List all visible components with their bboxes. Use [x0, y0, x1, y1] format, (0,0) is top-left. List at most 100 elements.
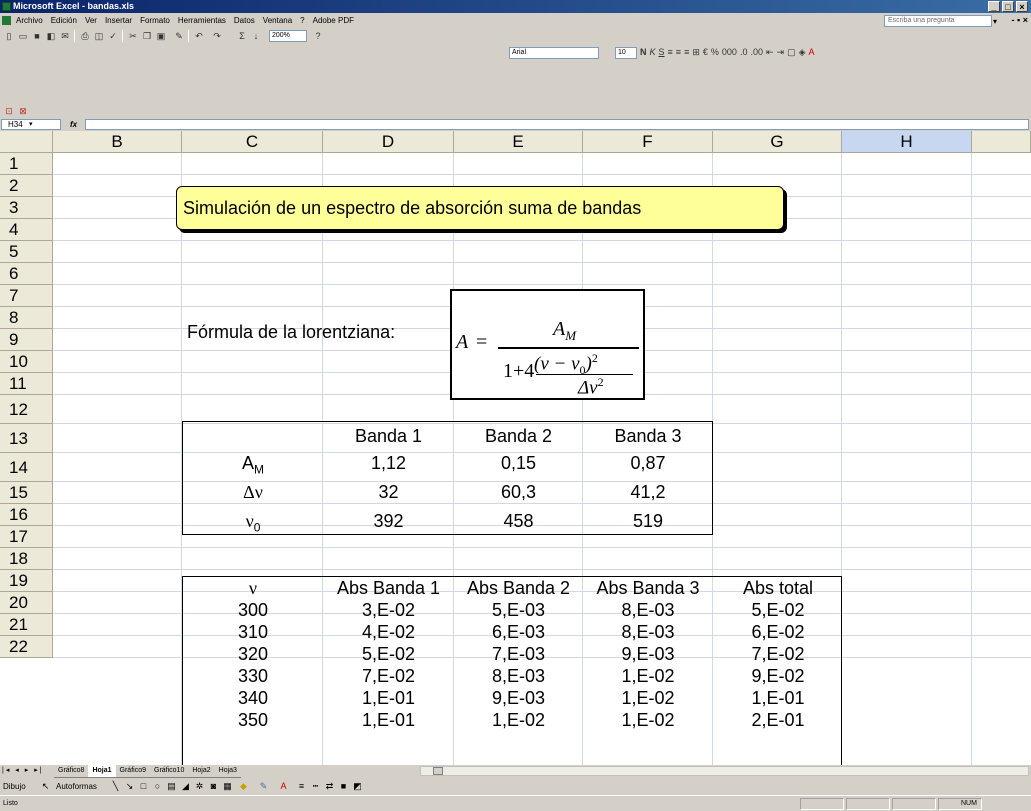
menu-ventana[interactable]: Ventana: [263, 13, 292, 28]
font-color-icon[interactable]: A: [809, 47, 815, 59]
clipart-icon[interactable]: ◙: [208, 781, 219, 792]
underline-icon[interactable]: S: [659, 47, 665, 59]
row-header-14[interactable]: 14: [0, 453, 53, 482]
abs-cell-abs-banda3[interactable]: 1,E-02: [583, 709, 713, 731]
params-header-banda2[interactable]: Banda 2: [454, 425, 583, 447]
abs-header-abs-banda3[interactable]: Abs Banda 3: [583, 577, 713, 599]
autosum-icon[interactable]: Σ: [236, 30, 248, 42]
row-header-10[interactable]: 10: [0, 351, 53, 373]
sort-ascending-icon[interactable]: ↓: [250, 30, 262, 42]
abs-cell-nu[interactable]: 320: [183, 643, 323, 665]
increase-decimal-icon[interactable]: .0: [740, 47, 748, 59]
rectangle-icon[interactable]: □: [138, 781, 149, 792]
col-header-g[interactable]: G: [713, 131, 842, 153]
diagram-icon[interactable]: ✲: [194, 781, 205, 792]
row-header-5[interactable]: 5: [0, 241, 53, 263]
abs-cell-abs-banda3[interactable]: 8,E-03: [583, 621, 713, 643]
tab-navigation-icons[interactable]: |◂ ◂ ▸ ▸|: [2, 765, 44, 777]
abs-cell-abs-total[interactable]: 2,E-01: [713, 709, 843, 731]
col-header-e[interactable]: E: [454, 131, 583, 153]
help-dropdown-icon[interactable]: ▾: [993, 14, 997, 29]
tab-hoja1[interactable]: Hoja1: [88, 765, 116, 778]
title-callout[interactable]: Simulación de un espectro de absorción s…: [176, 186, 784, 230]
thousands-icon[interactable]: 000: [722, 47, 737, 59]
bold-icon[interactable]: N: [640, 47, 647, 59]
tab-grafico10[interactable]: Gráfico10: [150, 765, 189, 778]
row-header-17[interactable]: 17: [0, 526, 53, 548]
horizontal-scrollbar[interactable]: [420, 766, 1029, 776]
menu-edicion[interactable]: Edición: [51, 13, 77, 28]
row-header-15[interactable]: 15: [0, 482, 53, 504]
email-icon[interactable]: ✉: [59, 30, 71, 42]
abs-cell-nu[interactable]: 300: [183, 599, 323, 621]
lorentzian-formula-image[interactable]: A = AM 1+4 (ν − ν0)2 Δν2: [450, 289, 645, 400]
minimize-button[interactable]: _: [988, 1, 1000, 12]
menu-ayuda[interactable]: ?: [300, 13, 304, 28]
row-header-8[interactable]: 8: [0, 307, 53, 329]
param-am-banda2[interactable]: 0,15: [454, 452, 583, 474]
abs-header-nu[interactable]: ν: [183, 577, 323, 599]
autoshapes-button[interactable]: Autoformas: [56, 778, 97, 795]
worksheet-grid[interactable]: B C D E F G H 1 2 3 4 5 6 7 8 9 10 11 12 13 14 15 16 17 1…: [0, 131, 1031, 765]
align-right-icon[interactable]: ≡: [684, 47, 689, 59]
abs-cell-abs-banda2[interactable]: 5,E-03: [454, 599, 583, 621]
row-header-1[interactable]: 1: [0, 153, 53, 175]
row-header-22[interactable]: 22: [0, 636, 53, 658]
row-header-7[interactable]: 7: [0, 285, 53, 307]
abs-cell-abs-total[interactable]: 1,E-01: [713, 687, 843, 709]
fill-color-icon[interactable]: ◈: [799, 47, 806, 59]
increase-indent-icon[interactable]: ⇥: [777, 47, 785, 59]
abs-cell-abs-banda2[interactable]: 1,E-02: [454, 709, 583, 731]
abs-cell-abs-total[interactable]: 5,E-02: [713, 599, 843, 621]
row-header-6[interactable]: 6: [0, 263, 53, 285]
abs-cell-abs-banda3[interactable]: 9,E-03: [583, 643, 713, 665]
row-header-4[interactable]: 4: [0, 219, 53, 241]
row-header-3[interactable]: 3: [0, 197, 53, 219]
param-delta-nu-banda3[interactable]: 41,2: [583, 481, 713, 503]
col-header-d[interactable]: D: [323, 131, 454, 153]
line-color-icon[interactable]: ✎: [258, 781, 269, 792]
row-header-19[interactable]: 19: [0, 570, 53, 592]
menu-insertar[interactable]: Insertar: [105, 13, 132, 28]
tab-hoja3[interactable]: Hoja3: [214, 765, 241, 778]
3d-icon[interactable]: ◩: [352, 781, 363, 792]
pdf-email-icon[interactable]: ⊠: [17, 105, 29, 117]
font-color-draw-icon[interactable]: A: [278, 781, 289, 792]
abs-cell-abs-banda1[interactable]: 5,E-02: [323, 643, 454, 665]
col-header-c[interactable]: C: [182, 131, 323, 153]
abs-header-abs-banda1[interactable]: Abs Banda 1: [323, 577, 454, 599]
textbox-icon[interactable]: ▤: [166, 781, 177, 792]
italic-icon[interactable]: K: [650, 47, 656, 59]
abs-cell-nu[interactable]: 310: [183, 621, 323, 643]
draw-menu-button[interactable]: Dibujo: [3, 778, 26, 795]
document-window-controls[interactable]: - ▪ ×: [1012, 13, 1028, 28]
permission-icon[interactable]: ◧: [45, 30, 57, 42]
menu-archivo[interactable]: Archivo: [16, 13, 43, 28]
dash-style-icon[interactable]: ┅: [310, 781, 321, 792]
menu-adobe-pdf[interactable]: Adobe PDF: [313, 13, 354, 28]
abs-cell-abs-banda2[interactable]: 8,E-03: [454, 665, 583, 687]
tab-grafico9[interactable]: Gráfico9: [115, 765, 150, 778]
abs-cell-nu[interactable]: 330: [183, 665, 323, 687]
row-header-21[interactable]: 21: [0, 614, 53, 636]
undo-icon[interactable]: ↶: [193, 30, 205, 42]
param-label-nu0[interactable]: ν0: [183, 510, 323, 535]
fill-color-draw-icon[interactable]: ◆: [238, 781, 249, 792]
abs-cell-abs-banda1[interactable]: 7,E-02: [323, 665, 454, 687]
font-size-select[interactable]: 10: [615, 47, 637, 59]
print-preview-icon[interactable]: ◫: [93, 30, 105, 42]
param-delta-nu-banda2[interactable]: 60,3: [454, 481, 583, 503]
zoom-select[interactable]: 200%: [269, 30, 307, 42]
abs-cell-abs-banda1[interactable]: 3,E-02: [323, 599, 454, 621]
line-icon[interactable]: ╲: [110, 781, 121, 792]
abs-cell-abs-banda2[interactable]: 7,E-03: [454, 643, 583, 665]
abs-cell-abs-banda3[interactable]: 1,E-02: [583, 687, 713, 709]
abs-cell-nu[interactable]: 340: [183, 687, 323, 709]
abs-cell-abs-banda1[interactable]: 1,E-01: [323, 687, 454, 709]
param-nu0-banda1[interactable]: 392: [323, 510, 454, 532]
close-button[interactable]: ×: [1016, 1, 1028, 12]
decrease-indent-icon[interactable]: ⇤: [766, 47, 774, 59]
param-nu0-banda2[interactable]: 458: [454, 510, 583, 532]
picture-icon[interactable]: ▦: [222, 781, 233, 792]
paste-icon[interactable]: ▣: [155, 30, 167, 42]
